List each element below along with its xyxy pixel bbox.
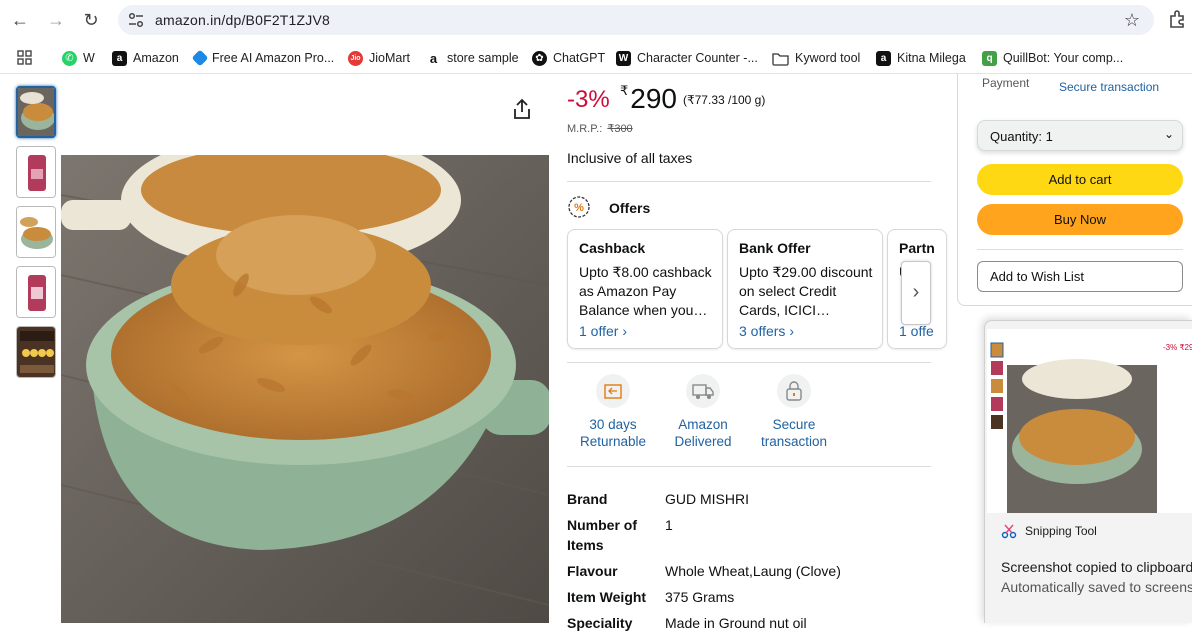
w-icon: W: [616, 50, 631, 66]
bookmarks-bar: ✆ W a Amazon Free AI Amazon Pro... Jio JioM…: [0, 40, 1192, 74]
amazon-icon: a: [876, 50, 891, 66]
offers-percent-icon: %: [568, 196, 590, 218]
svg-text:%: %: [574, 202, 584, 214]
delivery-truck-icon: [692, 384, 714, 399]
taxes-note: Inclusive of all taxes: [567, 150, 693, 166]
address-bar[interactable]: amazon.in/dp/B0F2T1ZJV8 ☆: [118, 5, 1154, 35]
spec-value: 1: [665, 517, 673, 533]
buy-box: Payment Secure transaction Quantity: 1 ⌄…: [957, 74, 1192, 306]
offer-card-bank[interactable]: Bank Offer Upto ₹29.00 discount on selec…: [727, 229, 883, 349]
bookmark-quillbot[interactable]: q QuillBot: Your comp...: [982, 49, 1123, 67]
spec-key: Brand: [567, 491, 608, 507]
bookmark-star-icon[interactable]: ☆: [1124, 10, 1140, 31]
thumbnail-2[interactable]: [16, 146, 56, 198]
mrp: M.R.P.: ₹300: [567, 123, 633, 135]
folder-icon: [772, 50, 789, 66]
url-text[interactable]: amazon.in/dp/B0F2T1ZJV8: [155, 12, 330, 28]
cube-icon: [191, 49, 209, 67]
thumbnail-4[interactable]: [16, 266, 56, 318]
bookmark-free-ai[interactable]: Free AI Amazon Pro...: [191, 49, 334, 67]
amazon-icon: a: [112, 50, 127, 66]
chevron-down-icon: ⌄: [1163, 127, 1174, 141]
thumbnail-3[interactable]: [16, 206, 56, 258]
main-product-image[interactable]: [61, 155, 549, 623]
notification-subtitle: Automatically saved to screensh: [1001, 579, 1192, 595]
bookmark-chatgpt[interactable]: ✿ ChatGPT: [532, 49, 605, 67]
spec-value: GUD MISHRI: [665, 491, 749, 507]
bookmark-store-sample[interactable]: a store sample: [426, 49, 519, 67]
extensions-icon[interactable]: [1168, 9, 1188, 29]
divider: [567, 181, 931, 182]
scissors-icon: [1001, 524, 1017, 539]
add-to-wishlist-button[interactable]: Add to Wish List: [977, 261, 1183, 292]
price: ₹290: [620, 83, 677, 114]
discount-percent: -3%: [567, 86, 610, 113]
share-icon[interactable]: [512, 98, 532, 120]
bookmark-amazon[interactable]: a Amazon: [112, 49, 179, 67]
apps-grid-icon[interactable]: [17, 50, 32, 65]
thumbnail-5[interactable]: [16, 326, 56, 378]
buy-now-button[interactable]: Buy Now: [977, 204, 1183, 235]
divider: [567, 466, 931, 467]
chatgpt-icon: ✿: [532, 50, 547, 66]
lock-icon: [786, 381, 802, 401]
unit-price: (₹77.33 /100 g): [683, 93, 766, 107]
return-box-icon: [604, 384, 622, 399]
offer-link[interactable]: 1 offe: [899, 323, 934, 339]
offer-link[interactable]: 1 offer ›: [579, 323, 627, 339]
amazon-a-icon: a: [426, 50, 441, 66]
spec-key: Item Weight: [567, 589, 647, 605]
bookmark-jiomart[interactable]: Jio JioMart: [348, 49, 410, 67]
thumbnail-1[interactable]: [16, 86, 56, 138]
whatsapp-icon: ✆: [62, 50, 77, 66]
payment-secure-link[interactable]: Secure transaction: [1059, 80, 1159, 94]
feature-amazon-delivered[interactable]: Amazon Delivered: [661, 374, 745, 450]
quillbot-icon: q: [982, 50, 997, 66]
quantity-select[interactable]: Quantity: 1 ⌄: [977, 120, 1183, 151]
payment-label: Payment: [982, 76, 1030, 90]
add-to-cart-button[interactable]: Add to cart: [977, 164, 1183, 195]
offer-link[interactable]: 3 offers ›: [739, 323, 794, 339]
forward-icon[interactable]: →: [46, 10, 66, 30]
spec-value: 375 Grams: [665, 589, 735, 605]
spec-value: Whole Wheat,Laung (Clove): [665, 563, 841, 579]
offer-card-cashback[interactable]: Cashback Upto ₹8.00 cashback as Amazon P…: [567, 229, 723, 349]
bookmark-character-counter[interactable]: W Character Counter -...: [616, 49, 758, 67]
feature-secure-transaction[interactable]: Secure transaction: [752, 374, 836, 450]
spec-key: Speciality: [567, 615, 633, 631]
site-info-icon[interactable]: [128, 12, 144, 28]
screenshot-preview[interactable]: -3% ₹290: [987, 329, 1192, 513]
divider: [567, 362, 931, 363]
browser-toolbar: ← → ↻ amazon.in/dp/B0F2T1ZJV8 ☆: [0, 0, 1192, 40]
reload-icon[interactable]: ↻: [81, 10, 101, 30]
jio-icon: Jio: [348, 50, 363, 66]
bookmark-kyword-tool[interactable]: Kyword tool: [772, 49, 860, 67]
bookmark-w[interactable]: ✆ W: [62, 49, 95, 67]
notification-title: Screenshot copied to clipboard: [1001, 559, 1192, 575]
spec-key: Number of Items: [567, 517, 637, 553]
offers-title: Offers: [609, 200, 651, 216]
back-icon[interactable]: ←: [10, 10, 30, 30]
offers-next-button[interactable]: ›: [901, 261, 931, 325]
snipping-tool-notification[interactable]: -3% ₹290 Snipping Tool Screenshot copied…: [984, 320, 1192, 623]
feature-returnable[interactable]: 30 days Returnable: [571, 374, 655, 450]
bookmark-kitna-milega[interactable]: a Kitna Milega: [876, 49, 966, 67]
preview-price: -3% ₹290: [1163, 343, 1192, 352]
divider: [977, 249, 1183, 250]
snipping-tool-app: Snipping Tool: [1001, 523, 1097, 539]
spec-value: Made in Ground nut oil: [665, 615, 807, 631]
spec-key: Flavour: [567, 563, 618, 579]
